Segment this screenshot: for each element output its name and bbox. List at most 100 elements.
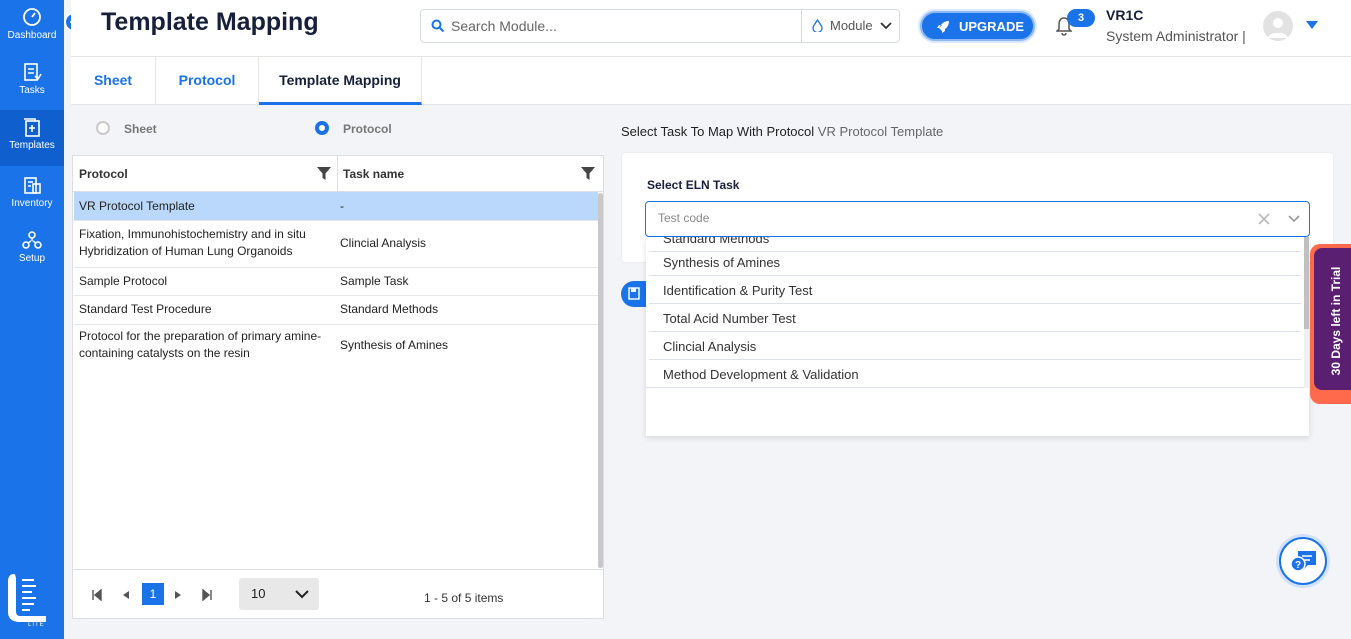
current-page-button[interactable]: 1 (142, 583, 164, 605)
sidebar-item-label: Inventory (11, 198, 53, 209)
table-row[interactable]: Sample Protocol Sample Task (74, 268, 598, 296)
table-row[interactable]: Protocol for the preparation of primary … (74, 325, 598, 371)
protocol-cell: Sample Protocol (79, 274, 168, 288)
option-label: Standard Methods (663, 237, 770, 246)
save-icon (628, 287, 640, 300)
tab-protocol[interactable]: Protocol (156, 57, 259, 105)
protocol-cell: VR Protocol Template (79, 199, 195, 213)
module-select-label: Module (830, 18, 873, 33)
next-page-icon[interactable] (172, 589, 184, 601)
first-page-icon[interactable] (91, 589, 103, 601)
scrollbar-thumb[interactable] (598, 193, 603, 568)
setup-icon (22, 231, 42, 249)
sidebar-item-label: Templates (9, 140, 55, 151)
trial-banner-text: 30 Days left in Trial (1329, 266, 1343, 376)
task-cell: Standard Methods (340, 302, 439, 316)
chat-help-icon: ? (1290, 551, 1316, 572)
templates-icon (24, 118, 40, 137)
dropdown-option[interactable]: Method Development & Validation (649, 360, 1301, 387)
chevron-down-icon (295, 590, 309, 599)
header: Template Mapping Module UPGRADE 3 VR1C S… (71, 0, 1351, 57)
option-label: Clincial Analysis (663, 339, 757, 354)
save-button[interactable] (621, 281, 647, 307)
avatar[interactable] (1263, 11, 1293, 41)
user-icon (1268, 18, 1288, 38)
upgrade-button[interactable]: UPGRADE (920, 11, 1035, 41)
filter-icon[interactable] (581, 167, 595, 180)
tasks-icon (24, 63, 42, 81)
user-role: System Administrator | (1106, 28, 1246, 44)
trial-banner[interactable]: 30 Days left in Trial (1310, 244, 1351, 404)
chevron-down-icon[interactable] (1288, 215, 1300, 223)
table-row[interactable]: VR Protocol Template - (74, 192, 598, 221)
column-header-task-name[interactable]: Task name (343, 156, 404, 192)
mapping-heading-text: Select Task To Map With Protocol (621, 124, 815, 139)
mapping-protocol-name: VR Protocol Template (817, 124, 944, 139)
page-title: Template Mapping (101, 8, 319, 36)
option-label: Total Acid Number Test (663, 311, 796, 326)
search-input[interactable] (451, 16, 791, 36)
chevron-down-icon (880, 22, 892, 30)
sidebar-item-inventory[interactable]: Inventory (0, 168, 64, 220)
eln-task-dropdown: Standard Methods Synthesis of Amines Ide… (646, 237, 1309, 436)
protocol-grid: Protocol Task name VR Protocol Template … (72, 155, 604, 619)
sidebar-item-label: Setup (18, 253, 46, 264)
dropdown-option[interactable]: Identification & Purity Test (649, 276, 1301, 304)
upgrade-label: UPGRADE (959, 19, 1025, 34)
task-cell: Sample Task (340, 274, 409, 288)
combobox-placeholder: Test code (658, 211, 710, 225)
pager-info: 1 - 5 of 5 items (424, 591, 504, 605)
column-divider (337, 156, 338, 192)
page-size-select[interactable]: 10 (239, 578, 319, 610)
sidebar-item-label: Tasks (19, 85, 45, 96)
sidebar-item-setup[interactable]: Setup (0, 223, 64, 275)
radio-label: Protocol (343, 122, 392, 136)
dashboard-icon (23, 8, 41, 26)
protocol-cell: Fixation, Immunohistochemistry and in si… (79, 227, 306, 258)
table-row[interactable]: Fixation, Immunohistochemistry and in si… (74, 221, 598, 268)
sidebar-item-templates[interactable]: Templates (0, 110, 64, 166)
prev-page-icon[interactable] (120, 589, 132, 601)
protocol-cell: Standard Test Procedure (79, 302, 212, 316)
table-row[interactable]: Standard Test Procedure Standard Methods (74, 296, 598, 325)
filter-icon[interactable] (317, 167, 331, 180)
inventory-icon (24, 177, 41, 194)
dropdown-option[interactable]: Total Acid Number Test (649, 304, 1301, 332)
sidebar-item-tasks[interactable]: Tasks (0, 55, 64, 107)
last-page-icon[interactable] (201, 589, 213, 601)
dropdown-scrollbar[interactable] (1304, 237, 1309, 388)
task-cell: - (340, 199, 344, 213)
user-name: VR1C (1106, 7, 1144, 23)
sidebar: Dashboard Tasks Templates Inventory Setu… (0, 0, 64, 639)
task-cell: Clincial Analysis (340, 236, 427, 250)
grid-scrollbar[interactable] (598, 193, 603, 568)
radio-circle[interactable] (315, 121, 329, 135)
mapping-heading: Select Task To Map With Protocol VR Prot… (621, 124, 943, 139)
pager: 1 10 1 - 5 of 5 items (73, 569, 603, 619)
tab-sheet[interactable]: Sheet (71, 57, 156, 105)
help-chat-button[interactable]: ? (1279, 537, 1327, 585)
option-label: Identification & Purity Test (663, 283, 813, 298)
dropdown-option[interactable]: Clincial Analysis (649, 332, 1301, 360)
search-bar: Module (420, 9, 900, 43)
radio-label: Sheet (124, 122, 157, 136)
logo-subtext: LITE (28, 622, 45, 628)
module-select[interactable]: Module (801, 10, 900, 42)
option-label: Method Development & Validation (663, 367, 859, 382)
field-label: Select ELN Task (647, 178, 740, 192)
eln-task-combobox[interactable]: Test code (645, 201, 1310, 237)
notification-badge: 3 (1067, 9, 1095, 27)
radio-circle[interactable] (96, 121, 110, 135)
dropdown-option[interactable]: Synthesis of Amines (649, 248, 1301, 276)
trial-banner-inner: 30 Days left in Trial (1314, 248, 1351, 390)
droplet-icon (812, 19, 823, 32)
tab-template-mapping[interactable]: Template Mapping (259, 57, 422, 105)
scrollbar-thumb[interactable] (1304, 237, 1309, 329)
clear-icon[interactable] (1258, 213, 1270, 225)
column-header-protocol[interactable]: Protocol (79, 156, 128, 192)
sidebar-item-dashboard[interactable]: Dashboard (0, 0, 64, 52)
user-menu-caret-icon[interactable] (1306, 21, 1318, 29)
rocket-icon (937, 21, 949, 33)
sidebar-item-label: Dashboard (7, 30, 57, 41)
protocol-cell: Protocol for the preparation of primary … (79, 329, 322, 360)
